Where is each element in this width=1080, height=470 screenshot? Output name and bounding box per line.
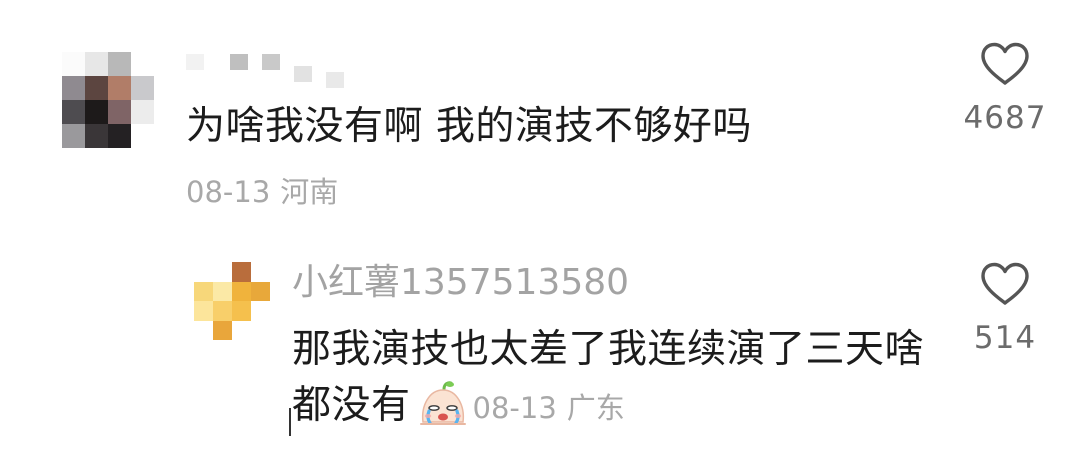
heart-icon[interactable] xyxy=(950,42,1060,86)
reply-date: 08-13 xyxy=(472,391,557,425)
avatar[interactable] xyxy=(62,52,154,148)
avatar[interactable] xyxy=(194,262,270,340)
comment-meta: 08-13 河南 xyxy=(186,172,338,212)
like-button[interactable]: 514 xyxy=(950,262,1060,356)
reply-meta: 08-13 广东 xyxy=(473,391,625,425)
reply-location: 广东 xyxy=(566,391,625,425)
heart-icon[interactable] xyxy=(950,262,1060,306)
crying-face-emoji-icon xyxy=(417,380,469,444)
like-count: 514 xyxy=(973,320,1037,356)
comment-text: 为啥我没有啊 我的演技不够好吗 xyxy=(186,104,752,149)
reply-username[interactable]: 小红薯1357513580 xyxy=(292,262,629,304)
comment-date: 08-13 xyxy=(186,175,271,209)
obscured-username xyxy=(186,54,356,88)
reply-body: 那我演技也太差了我连续演了三天啥都没有 08-13 广东 xyxy=(292,322,932,444)
text-cursor xyxy=(289,408,291,436)
like-button[interactable]: 4687 xyxy=(950,42,1060,136)
like-count: 4687 xyxy=(963,100,1047,136)
comment-location: 河南 xyxy=(280,175,339,209)
